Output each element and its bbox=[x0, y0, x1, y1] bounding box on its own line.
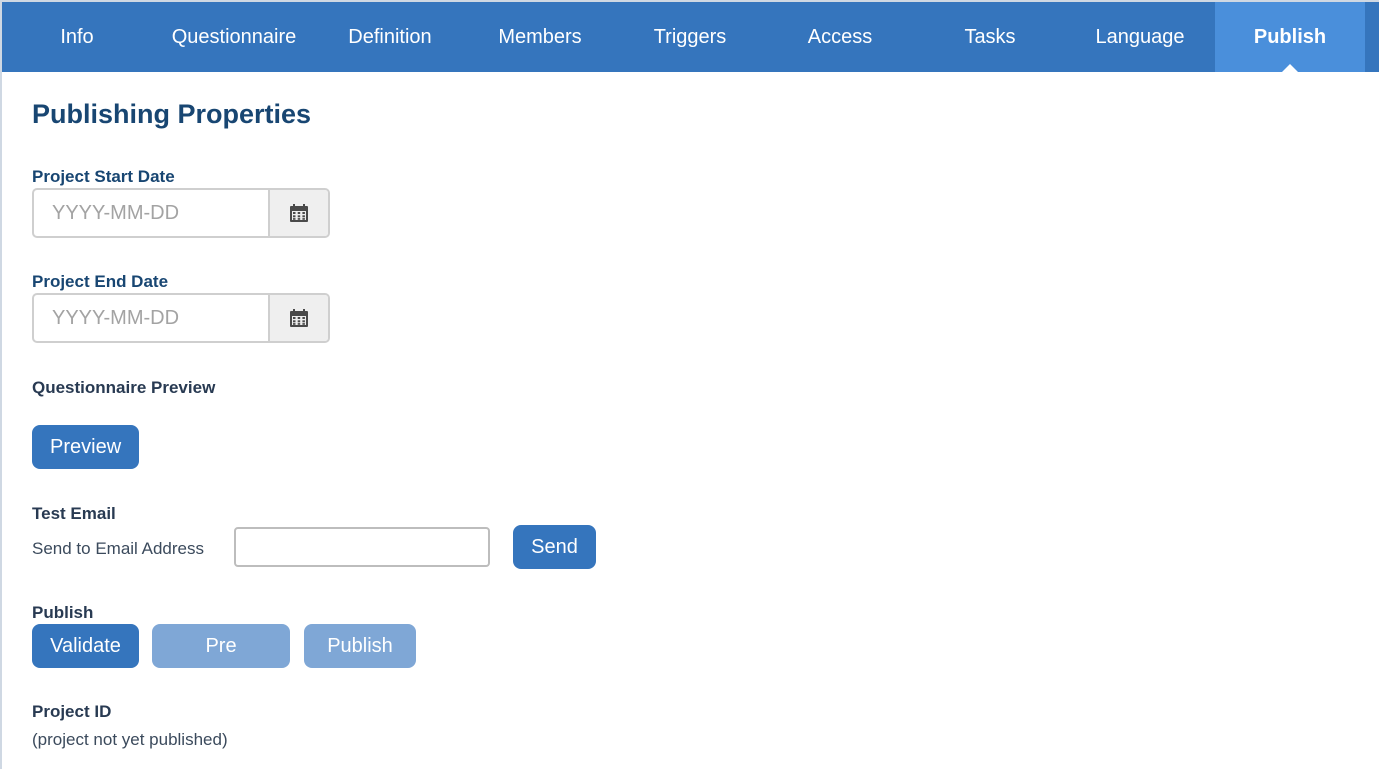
publish-section-label: Publish bbox=[32, 603, 94, 622]
page-title: Publishing Properties bbox=[32, 99, 312, 129]
start-date-label: Project Start Date bbox=[32, 167, 175, 186]
pre-publish-button[interactable]: Pre Publish bbox=[152, 624, 290, 701]
publish-page: Info Questionnaire Definition Members Tr… bbox=[0, 0, 1379, 769]
tab-tasks[interactable]: Tasks bbox=[915, 2, 1065, 72]
preview-button[interactable]: Preview bbox=[32, 425, 139, 469]
end-date-group bbox=[32, 293, 330, 343]
tab-publish[interactable]: Publish bbox=[1215, 2, 1365, 72]
validate-button[interactable]: Validate bbox=[32, 624, 139, 668]
tab-questionnaire[interactable]: Questionnaire bbox=[159, 2, 309, 72]
tab-info[interactable]: Info bbox=[2, 2, 152, 72]
end-date-label: Project End Date bbox=[32, 272, 169, 291]
tab-members[interactable]: Members bbox=[465, 2, 615, 72]
end-date-calendar-button[interactable] bbox=[268, 295, 328, 341]
start-date-calendar-button[interactable] bbox=[268, 190, 328, 236]
start-date-input[interactable] bbox=[34, 190, 272, 236]
send-to-email-label: Send to Email Address bbox=[32, 539, 204, 558]
publish-button[interactable]: Publish bbox=[304, 624, 416, 668]
end-date-input[interactable] bbox=[34, 295, 272, 341]
send-button[interactable]: Send bbox=[513, 525, 596, 569]
calendar-icon bbox=[290, 204, 308, 222]
tab-definition[interactable]: Definition bbox=[315, 2, 465, 72]
tab-triggers[interactable]: Triggers bbox=[615, 2, 765, 72]
project-id-value: (project not yet published) bbox=[32, 730, 228, 749]
calendar-icon bbox=[290, 309, 308, 327]
preview-label: Questionnaire Preview bbox=[32, 378, 216, 397]
top-tab-bar: Info Questionnaire Definition Members Tr… bbox=[2, 2, 1379, 72]
tab-access[interactable]: Access bbox=[765, 2, 915, 72]
tab-language[interactable]: Language bbox=[1065, 2, 1215, 72]
start-date-group bbox=[32, 188, 330, 238]
test-email-input[interactable] bbox=[234, 527, 490, 567]
test-email-label: Test Email bbox=[32, 504, 116, 523]
project-id-label: Project ID bbox=[32, 702, 112, 721]
